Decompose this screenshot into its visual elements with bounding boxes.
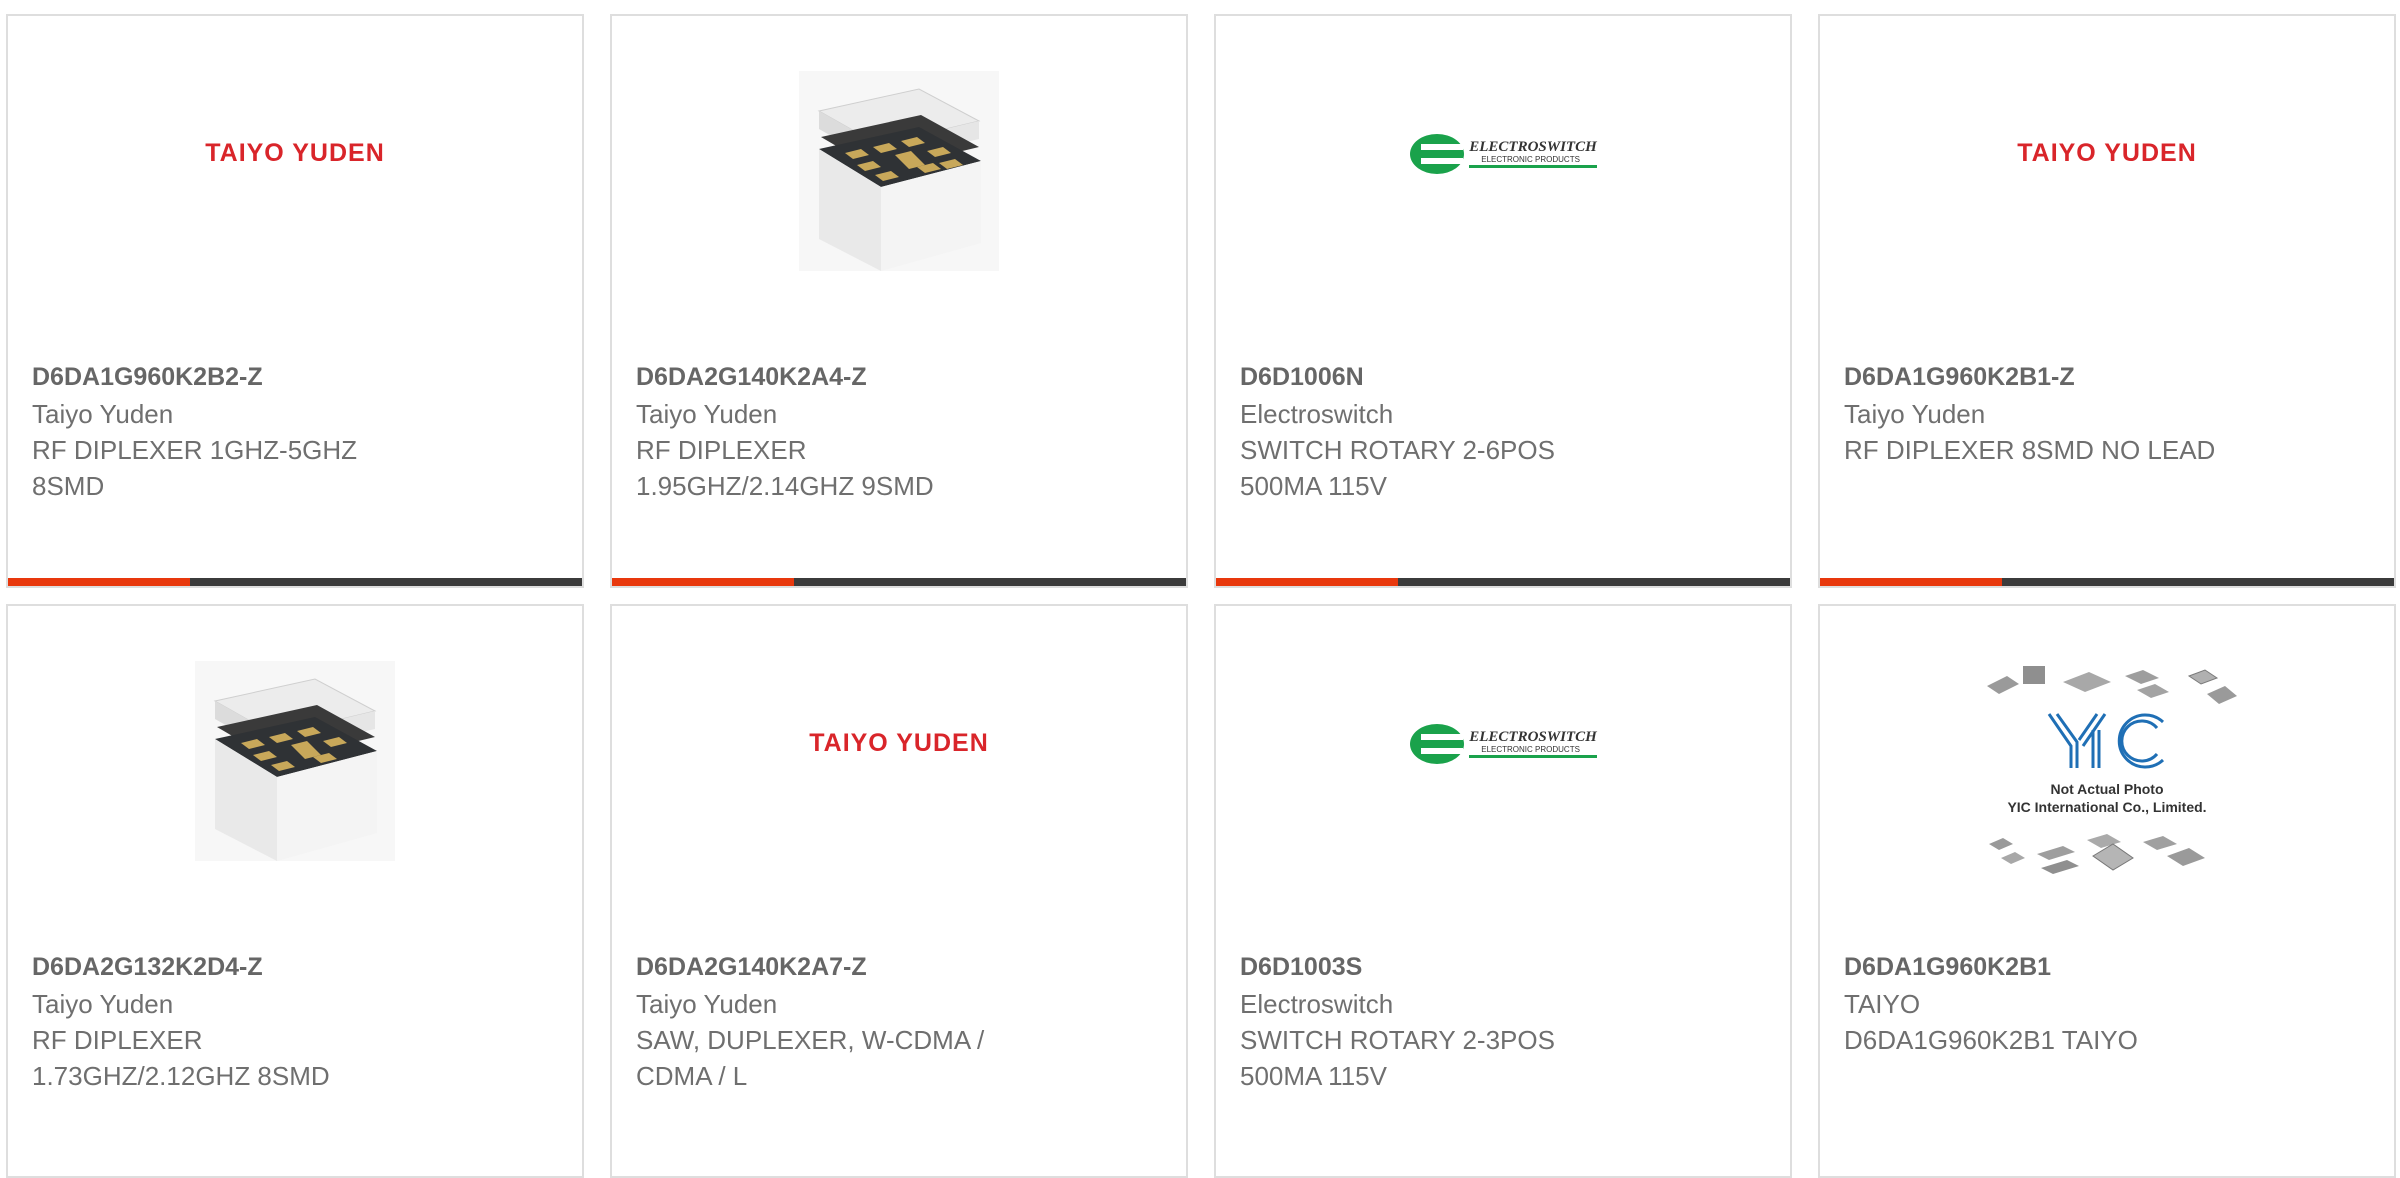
part-number-link[interactable]: D6D1006N xyxy=(1240,358,1766,396)
card-accent-bar xyxy=(8,578,190,586)
part-number-link[interactable]: D6DA1G960K2B1 xyxy=(1844,948,2370,986)
product-image[interactable]: TAIYO YUDEN xyxy=(612,606,1186,946)
taiyo-yuden-logo: TAIYO YUDEN xyxy=(2017,139,2197,167)
product-description: RF DIPLEXER 8SMD NO LEAD xyxy=(1844,435,2216,465)
electroswitch-logo-text: ELECTROSWITCH xyxy=(1469,729,1597,745)
card-accent-bar xyxy=(1216,578,1398,586)
part-number-link[interactable]: D6DA2G140K2A7-Z xyxy=(636,948,1162,986)
part-number-link[interactable]: D6DA1G960K2B2-Z xyxy=(32,358,558,396)
manufacturer-name: Taiyo Yuden xyxy=(1844,399,1986,429)
electroswitch-logo: ELECTROSWITCH ELECTRONIC PRODUCTS xyxy=(1409,132,1597,176)
product-description: SAW, DUPLEXER, W-CDMA / CDMA / L xyxy=(636,1025,985,1091)
electroswitch-logo-subtext: ELECTRONIC PRODUCTS xyxy=(1481,155,1580,164)
card-accent-bar xyxy=(612,578,794,586)
product-card[interactable]: TAIYO YUDEN D6DA1G960K2B1-Z Taiyo Yuden … xyxy=(1818,14,2396,588)
product-card[interactable]: D6DA2G140K2A4-Z Taiyo Yuden RF DIPLEXER … xyxy=(610,14,1188,588)
product-description: RF DIPLEXER 1.73GHZ/2.12GHZ 8SMD xyxy=(32,1025,330,1091)
manufacturer-name: Taiyo Yuden xyxy=(636,989,778,1019)
yic-placeholder-image: Not Actual Photo YIC International Co., … xyxy=(1987,666,2237,874)
product-card[interactable]: ELECTROSWITCH ELECTRONIC PRODUCTS D6D100… xyxy=(1214,14,1792,588)
electroswitch-logo-subtext: ELECTRONIC PRODUCTS xyxy=(1481,745,1580,754)
electroswitch-mark-icon xyxy=(1410,723,1465,764)
card-bottom-bar xyxy=(1820,578,2394,586)
smd-chip-photo xyxy=(195,661,395,861)
card-bottom-bar xyxy=(1216,578,1790,586)
manufacturer-name: Taiyo Yuden xyxy=(32,399,174,429)
product-image[interactable]: ELECTROSWITCH ELECTRONIC PRODUCTS xyxy=(1216,606,1790,946)
placeholder-notice-line1: Not Actual Photo xyxy=(2050,781,2163,797)
card-bottom-bar xyxy=(612,578,1186,586)
product-image[interactable] xyxy=(612,16,1186,356)
product-description: RF DIPLEXER 1.95GHZ/2.14GHZ 9SMD xyxy=(636,435,934,501)
taiyo-yuden-logo: TAIYO YUDEN xyxy=(809,729,989,757)
product-description: SWITCH ROTARY 2-3POS 500MA 115V xyxy=(1240,1025,1555,1091)
product-image[interactable]: ELECTROSWITCH ELECTRONIC PRODUCTS xyxy=(1216,16,1790,356)
card-bottom-bar xyxy=(8,578,582,586)
product-description: D6DA1G960K2B1 TAIYO xyxy=(1844,1025,2138,1055)
yic-logo-icon xyxy=(2047,713,2165,769)
manufacturer-name: Taiyo Yuden xyxy=(32,989,174,1019)
part-number-link[interactable]: D6DA2G132K2D4-Z xyxy=(32,948,558,986)
product-image[interactable] xyxy=(8,606,582,946)
taiyo-yuden-logo: TAIYO YUDEN xyxy=(205,139,385,167)
product-image[interactable]: Not Actual Photo YIC International Co., … xyxy=(1820,606,2394,946)
card-accent-bar xyxy=(1820,578,2002,586)
product-image[interactable]: TAIYO YUDEN xyxy=(8,16,582,356)
manufacturer-name: Electroswitch xyxy=(1240,399,1394,429)
product-image[interactable]: TAIYO YUDEN xyxy=(1820,16,2394,356)
part-number-link[interactable]: D6DA1G960K2B1-Z xyxy=(1844,358,2370,396)
product-card[interactable]: Not Actual Photo YIC International Co., … xyxy=(1818,604,2396,1178)
part-number-link[interactable]: D6DA2G140K2A4-Z xyxy=(636,358,1162,396)
product-description: SWITCH ROTARY 2-6POS 500MA 115V xyxy=(1240,435,1555,501)
electroswitch-mark-icon xyxy=(1410,133,1465,174)
product-card[interactable]: TAIYO YUDEN D6DA1G960K2B2-Z Taiyo Yuden … xyxy=(6,14,584,588)
product-card[interactable]: D6DA2G132K2D4-Z Taiyo Yuden RF DIPLEXER … xyxy=(6,604,584,1178)
part-number-link[interactable]: D6D1003S xyxy=(1240,948,1766,986)
electroswitch-logo-text: ELECTROSWITCH xyxy=(1469,139,1597,155)
product-description: RF DIPLEXER 1GHZ-5GHZ 8SMD xyxy=(32,435,358,501)
product-grid: TAIYO YUDEN D6DA1G960K2B2-Z Taiyo Yuden … xyxy=(0,0,2400,1178)
manufacturer-name: Taiyo Yuden xyxy=(636,399,778,429)
electroswitch-logo: ELECTROSWITCH ELECTRONIC PRODUCTS xyxy=(1409,722,1597,766)
manufacturer-name: TAIYO xyxy=(1844,989,1921,1019)
placeholder-notice-line2: YIC International Co., Limited. xyxy=(2007,799,2206,815)
product-card[interactable]: TAIYO YUDEN D6DA2G140K2A7-Z Taiyo Yuden … xyxy=(610,604,1188,1178)
smd-chip-photo xyxy=(799,71,999,271)
product-card[interactable]: ELECTROSWITCH ELECTRONIC PRODUCTS D6D100… xyxy=(1214,604,1792,1178)
manufacturer-name: Electroswitch xyxy=(1240,989,1394,1019)
